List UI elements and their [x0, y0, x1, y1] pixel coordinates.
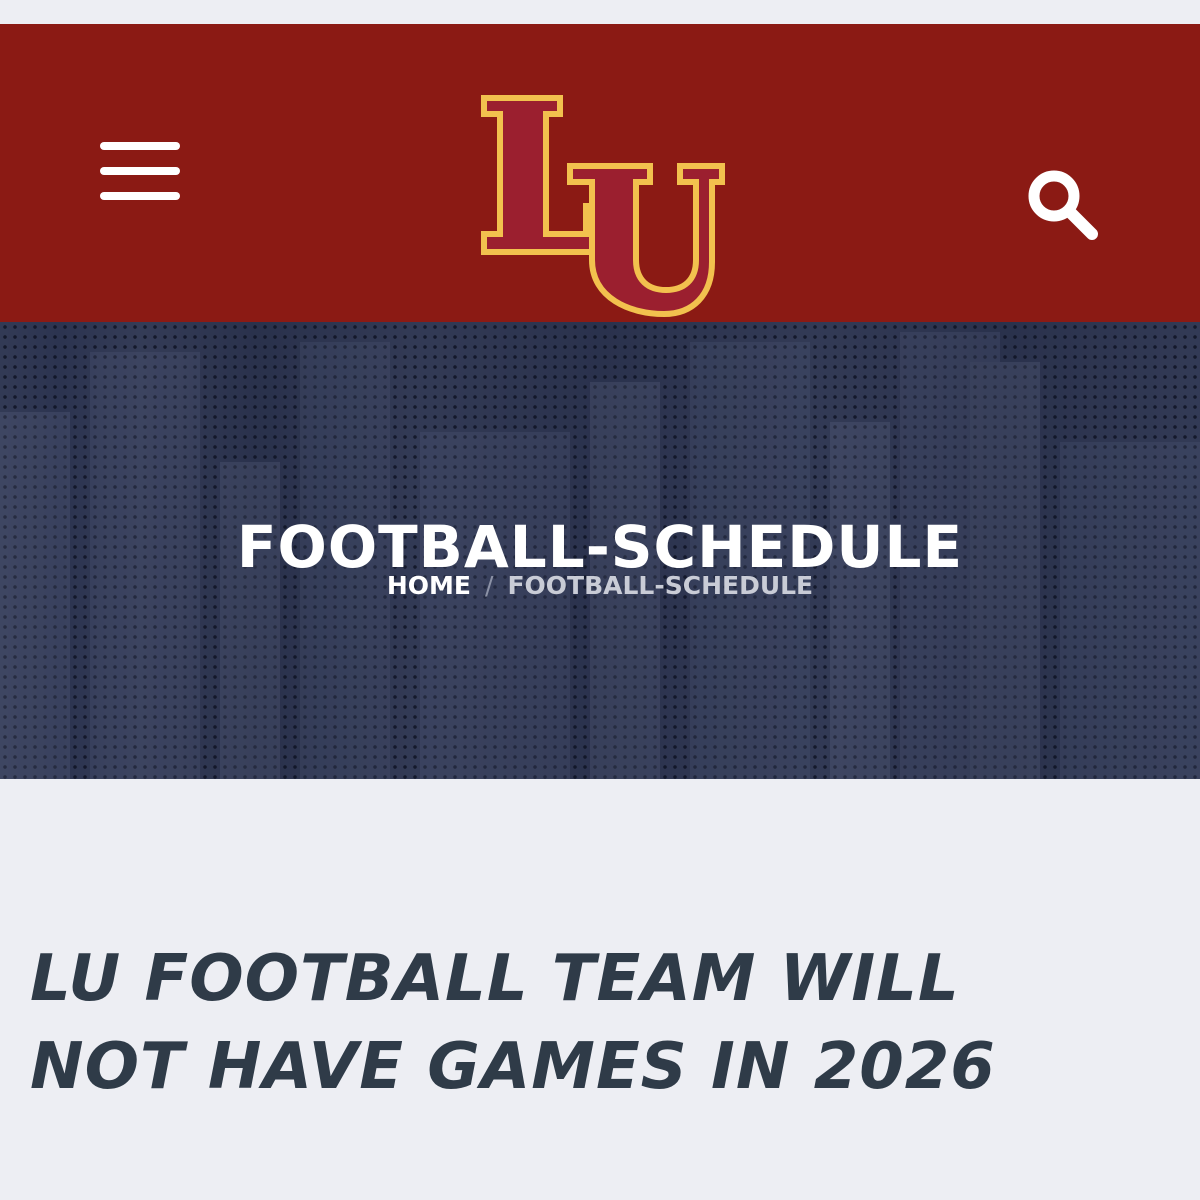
headline-line-1: LU FOOTBALL TEAM WILL [30, 942, 960, 1017]
menu-button[interactable] [100, 142, 180, 200]
search-icon [1028, 170, 1098, 240]
hamburger-icon-bar [100, 167, 180, 175]
breadcrumb: HOME / FOOTBALL-SCHEDULE [0, 568, 1200, 604]
hamburger-icon [100, 142, 180, 150]
site-header [0, 24, 1200, 322]
article-headline: LU FOOTBALL TEAM WILL NOT HAVE GAMES IN … [30, 935, 1170, 1111]
breadcrumb-current: FOOTBALL-SCHEDULE [507, 571, 814, 600]
headline-line-2: NOT HAVE GAMES IN 2026 [30, 1030, 996, 1105]
breadcrumb-home-link[interactable]: HOME [387, 571, 471, 600]
lu-logo[interactable] [474, 84, 726, 320]
lu-logo-mark [481, 95, 725, 318]
hamburger-icon-bar [100, 192, 180, 200]
top-strip [0, 0, 1200, 24]
search-button[interactable] [1022, 164, 1102, 244]
breadcrumb-separator: / [485, 571, 494, 600]
